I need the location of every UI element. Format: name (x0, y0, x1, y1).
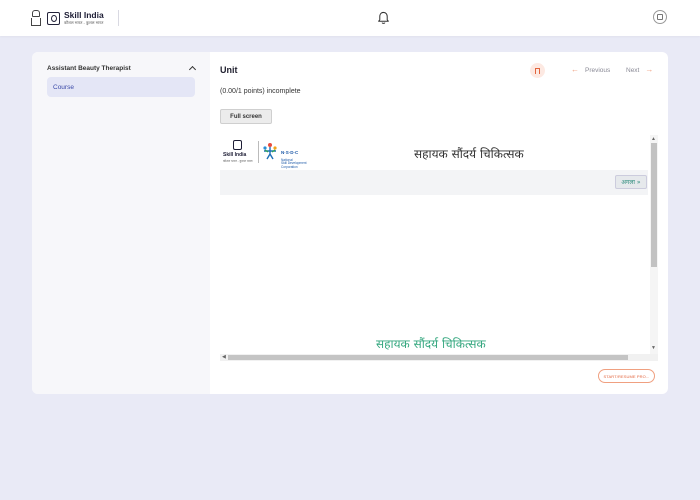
nsdc-figure-icon (263, 143, 277, 160)
arrow-left-icon: ← (571, 65, 579, 74)
embedded-logo1-title: Skill India (223, 152, 247, 158)
progress-status: (0.00/1 points) incomplete (220, 88, 301, 95)
scroll-left-icon[interactable]: ◀ (222, 354, 226, 360)
sidebar-section-title: Assistant Beauty Therapist (47, 64, 131, 72)
vertical-scroll-thumb[interactable] (651, 143, 657, 267)
previous-button[interactable]: ← Previous (571, 66, 610, 74)
nsdc-line-3: Corporation (281, 164, 298, 169)
embedded-nav-bar (220, 170, 648, 195)
embedded-content-frame[interactable]: Skill India कौशल भारत - कुशल भारत N·S·D·… (220, 135, 658, 361)
embedded-heading: सहायक सौंदर्य चिकित्सक (414, 147, 524, 161)
embedded-skill-india-logo: Skill India कौशल भारत - कुशल भारत (223, 140, 253, 164)
start-resume-button[interactable]: START/RESUME PRO... (598, 369, 655, 383)
bookmark-button[interactable] (530, 63, 545, 78)
unit-content: Unit ← Previous Next → (0.00/1 points) i… (210, 52, 668, 394)
profile-icon[interactable] (653, 10, 667, 24)
bookmark-icon (535, 67, 540, 74)
scroll-up-icon[interactable]: ▲ (651, 136, 656, 142)
vertical-scrollbar[interactable]: ▲ ▼ (650, 135, 658, 354)
top-bar: Skill India कौशल भारत - कुशल भारत (0, 0, 700, 36)
nsdc-title: N·S·D·C (281, 150, 299, 155)
sidebar-item-course[interactable]: Course (47, 77, 195, 97)
logo-title: Skill India (64, 10, 104, 21)
page-title: Unit (220, 65, 238, 75)
arrow-right-icon: → (645, 65, 654, 74)
fullscreen-button[interactable]: Full screen (220, 109, 272, 124)
previous-label: Previous (585, 66, 611, 74)
skill-india-mark-icon (233, 140, 242, 150)
course-sidebar: Assistant Beauty Therapist Course (32, 52, 210, 394)
embedded-logo1-subtitle: कौशल भारत - कुशल भारत (223, 159, 253, 163)
chevron-up-icon[interactable] (188, 65, 197, 74)
next-button[interactable]: Next → (626, 66, 653, 74)
next-label: Next (626, 66, 640, 74)
embedded-bottom-heading: सहायक सौंदर्य चिकित्सक (376, 337, 486, 351)
embedded-next-button[interactable]: अगला » (615, 175, 647, 189)
scroll-down-icon[interactable]: ▼ (651, 345, 656, 351)
sidebar-item-label: Course (53, 83, 74, 91)
skill-india-mark-icon (47, 11, 60, 25)
emblem-icon (31, 10, 41, 26)
skill-india-logo[interactable]: Skill India कौशल भारत - कुशल भारत (31, 9, 104, 27)
bell-icon[interactable] (377, 11, 390, 25)
embedded-header: Skill India कौशल भारत - कुशल भारत N·S·D·… (220, 135, 648, 170)
sidebar-section-header[interactable]: Assistant Beauty Therapist (47, 62, 197, 74)
nsdc-logo: N·S·D·C National Skill Development Corpo… (262, 140, 322, 168)
embedded-logo-divider (258, 141, 259, 163)
course-card: Assistant Beauty Therapist Course Unit ←… (32, 52, 668, 394)
header-divider (118, 10, 119, 26)
logo-subtitle: कौशल भारत - कुशल भारत (64, 19, 104, 25)
horizontal-scrollbar[interactable]: ◀ (220, 354, 658, 361)
horizontal-scroll-thumb[interactable] (228, 355, 628, 360)
